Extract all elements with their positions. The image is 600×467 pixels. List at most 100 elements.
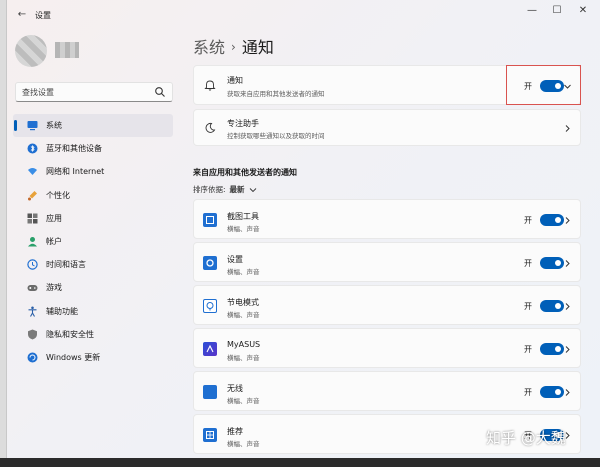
highlight-annotation-box: [506, 65, 581, 105]
sidebar-item-label: 游戏: [46, 283, 62, 293]
taskbar-strip: [0, 458, 600, 467]
sort-dropdown[interactable]: 排序依据: 最新: [193, 184, 257, 195]
app-toggle[interactable]: [540, 214, 564, 226]
app-name: 无线: [227, 384, 243, 393]
sort-label: 排序依据:: [193, 185, 226, 194]
app-toggle[interactable]: [540, 257, 564, 269]
network-icon: [27, 166, 38, 177]
app-toggle-group: 开: [524, 214, 564, 226]
personalize-icon: [27, 190, 38, 201]
app-row-wireless[interactable]: 无线 横幅、声音 开: [193, 371, 581, 411]
app-toggle[interactable]: [540, 386, 564, 398]
app-name: 推荐: [227, 427, 243, 436]
app-toggle-group: 开: [524, 386, 564, 398]
wireless-icon: [203, 385, 217, 399]
sidebar-item-label: 系统: [46, 121, 62, 131]
app-toggle-group: 开: [524, 343, 564, 355]
moon-icon: [203, 121, 217, 135]
tips-icon: [203, 428, 217, 442]
app-detail: 横幅、声音: [227, 225, 260, 233]
snipping-tool-icon: [203, 213, 217, 227]
app-row-snipping-tool[interactable]: 截图工具 横幅、声音 开: [193, 199, 581, 239]
app-detail: 横幅、声音: [227, 440, 260, 448]
sidebar-item-accessibility[interactable]: 辅助功能: [13, 300, 173, 323]
privacy-icon: [27, 329, 38, 340]
app-toggle-group: 开: [524, 257, 564, 269]
sort-value: 最新: [229, 185, 245, 194]
notifications-subtitle: 获取来自应用和其他发送者的通知: [227, 90, 325, 98]
app-detail: 横幅、声音: [227, 268, 260, 276]
chevron-right-icon[interactable]: [562, 344, 572, 354]
app-toggle[interactable]: [540, 300, 564, 312]
notifications-title: 通知: [227, 76, 243, 85]
focus-assist-card[interactable]: 专注助手 控制获取哪些通知以及获取的时间: [193, 109, 581, 146]
app-name: 节电模式: [227, 298, 259, 307]
sidebar-item-label: 辅助功能: [46, 306, 78, 316]
accessibility-icon: [27, 306, 38, 317]
window-title: 设置: [35, 11, 51, 20]
toggle-state-label: 开: [524, 215, 532, 225]
sidebar-item-gaming[interactable]: 游戏: [13, 276, 173, 299]
settings-app-icon: [203, 256, 217, 270]
maximize-button[interactable]: ☐: [544, 4, 570, 18]
page-title: 通知: [241, 38, 274, 57]
sidebar-item-label: Windows 更新: [46, 352, 101, 362]
battery-saver-icon: [203, 299, 217, 313]
search-input[interactable]: [22, 86, 152, 99]
sidebar-item-label: 蓝牙和其他设备: [46, 144, 102, 154]
sidebar-item-label: 个性化: [46, 190, 70, 200]
time-language-icon: [27, 259, 38, 270]
app-name: 设置: [227, 255, 243, 264]
sidebar-item-network[interactable]: 网络和 Internet: [13, 160, 173, 183]
app-toggle[interactable]: [540, 343, 564, 355]
toggle-state-label: 开: [524, 344, 532, 354]
chevron-right-icon[interactable]: [562, 215, 572, 225]
sidebar-item-label: 隐私和安全性: [46, 329, 94, 339]
search-icon: [155, 87, 165, 97]
app-toggle-group: 开: [524, 300, 564, 312]
search-box[interactable]: [15, 82, 173, 102]
app-row-battery-saver[interactable]: 节电模式 横幅、声音 开: [193, 285, 581, 325]
bell-icon: [203, 78, 217, 92]
sidebar-item-windows-update[interactable]: Windows 更新: [13, 346, 173, 369]
chevron-right-icon[interactable]: [562, 258, 572, 268]
avatar[interactable]: [15, 35, 47, 67]
app-row-myasus[interactable]: MyASUS 横幅、声音 开: [193, 328, 581, 368]
apps-icon: [27, 213, 38, 224]
chevron-right-icon[interactable]: [562, 301, 572, 311]
sidebar-item-system[interactable]: 系统: [13, 114, 173, 138]
sidebar-item-personalization[interactable]: 个性化: [13, 184, 173, 207]
app-row-settings[interactable]: 设置 横幅、声音 开: [193, 242, 581, 282]
chevron-right-icon[interactable]: [562, 123, 572, 133]
app-detail: 横幅、声音: [227, 311, 260, 319]
sidebar-item-accounts[interactable]: 帐户: [13, 230, 173, 253]
settings-window: ← 设置 — ☐ ✕ 系统 蓝牙和其他设备: [6, 0, 600, 467]
breadcrumb-parent[interactable]: 系统: [193, 38, 225, 57]
sidebar-item-label: 时间和语言: [46, 260, 86, 270]
chevron-down-icon: [249, 187, 256, 192]
section-heading: 来自应用和其他发送者的通知: [193, 168, 297, 177]
minimize-button[interactable]: —: [519, 4, 545, 18]
sidebar-item-apps[interactable]: 应用: [13, 207, 173, 230]
sidebar-item-label: 帐户: [46, 237, 62, 247]
focus-assist-title: 专注助手: [227, 119, 259, 128]
app-name: MyASUS: [227, 340, 261, 349]
sidebar-item-label: 应用: [46, 213, 62, 223]
myasus-icon: [203, 342, 217, 356]
bluetooth-icon: [27, 143, 38, 154]
app-detail: 横幅、声音: [227, 397, 260, 405]
gaming-icon: [27, 282, 38, 293]
sidebar-item-time-language[interactable]: 时间和语言: [13, 253, 173, 276]
app-name: 截图工具: [227, 212, 259, 221]
windows-update-icon: [27, 352, 38, 363]
app-detail: 横幅、声音: [227, 354, 260, 362]
title-bar: ← 设置 — ☐ ✕: [7, 0, 600, 30]
breadcrumb: 系统 › 通知: [193, 34, 274, 58]
close-button[interactable]: ✕: [570, 4, 596, 18]
sidebar-item-bluetooth[interactable]: 蓝牙和其他设备: [13, 137, 173, 160]
sidebar-nav: 系统 蓝牙和其他设备 网络和 Internet 个性化 应用 帐户 时间和语言 …: [13, 114, 173, 369]
sidebar-item-privacy-security[interactable]: 隐私和安全性: [13, 323, 173, 346]
chevron-right-icon[interactable]: [562, 387, 572, 397]
sidebar-item-label: 网络和 Internet: [46, 167, 105, 177]
back-button[interactable]: ←: [15, 9, 29, 21]
